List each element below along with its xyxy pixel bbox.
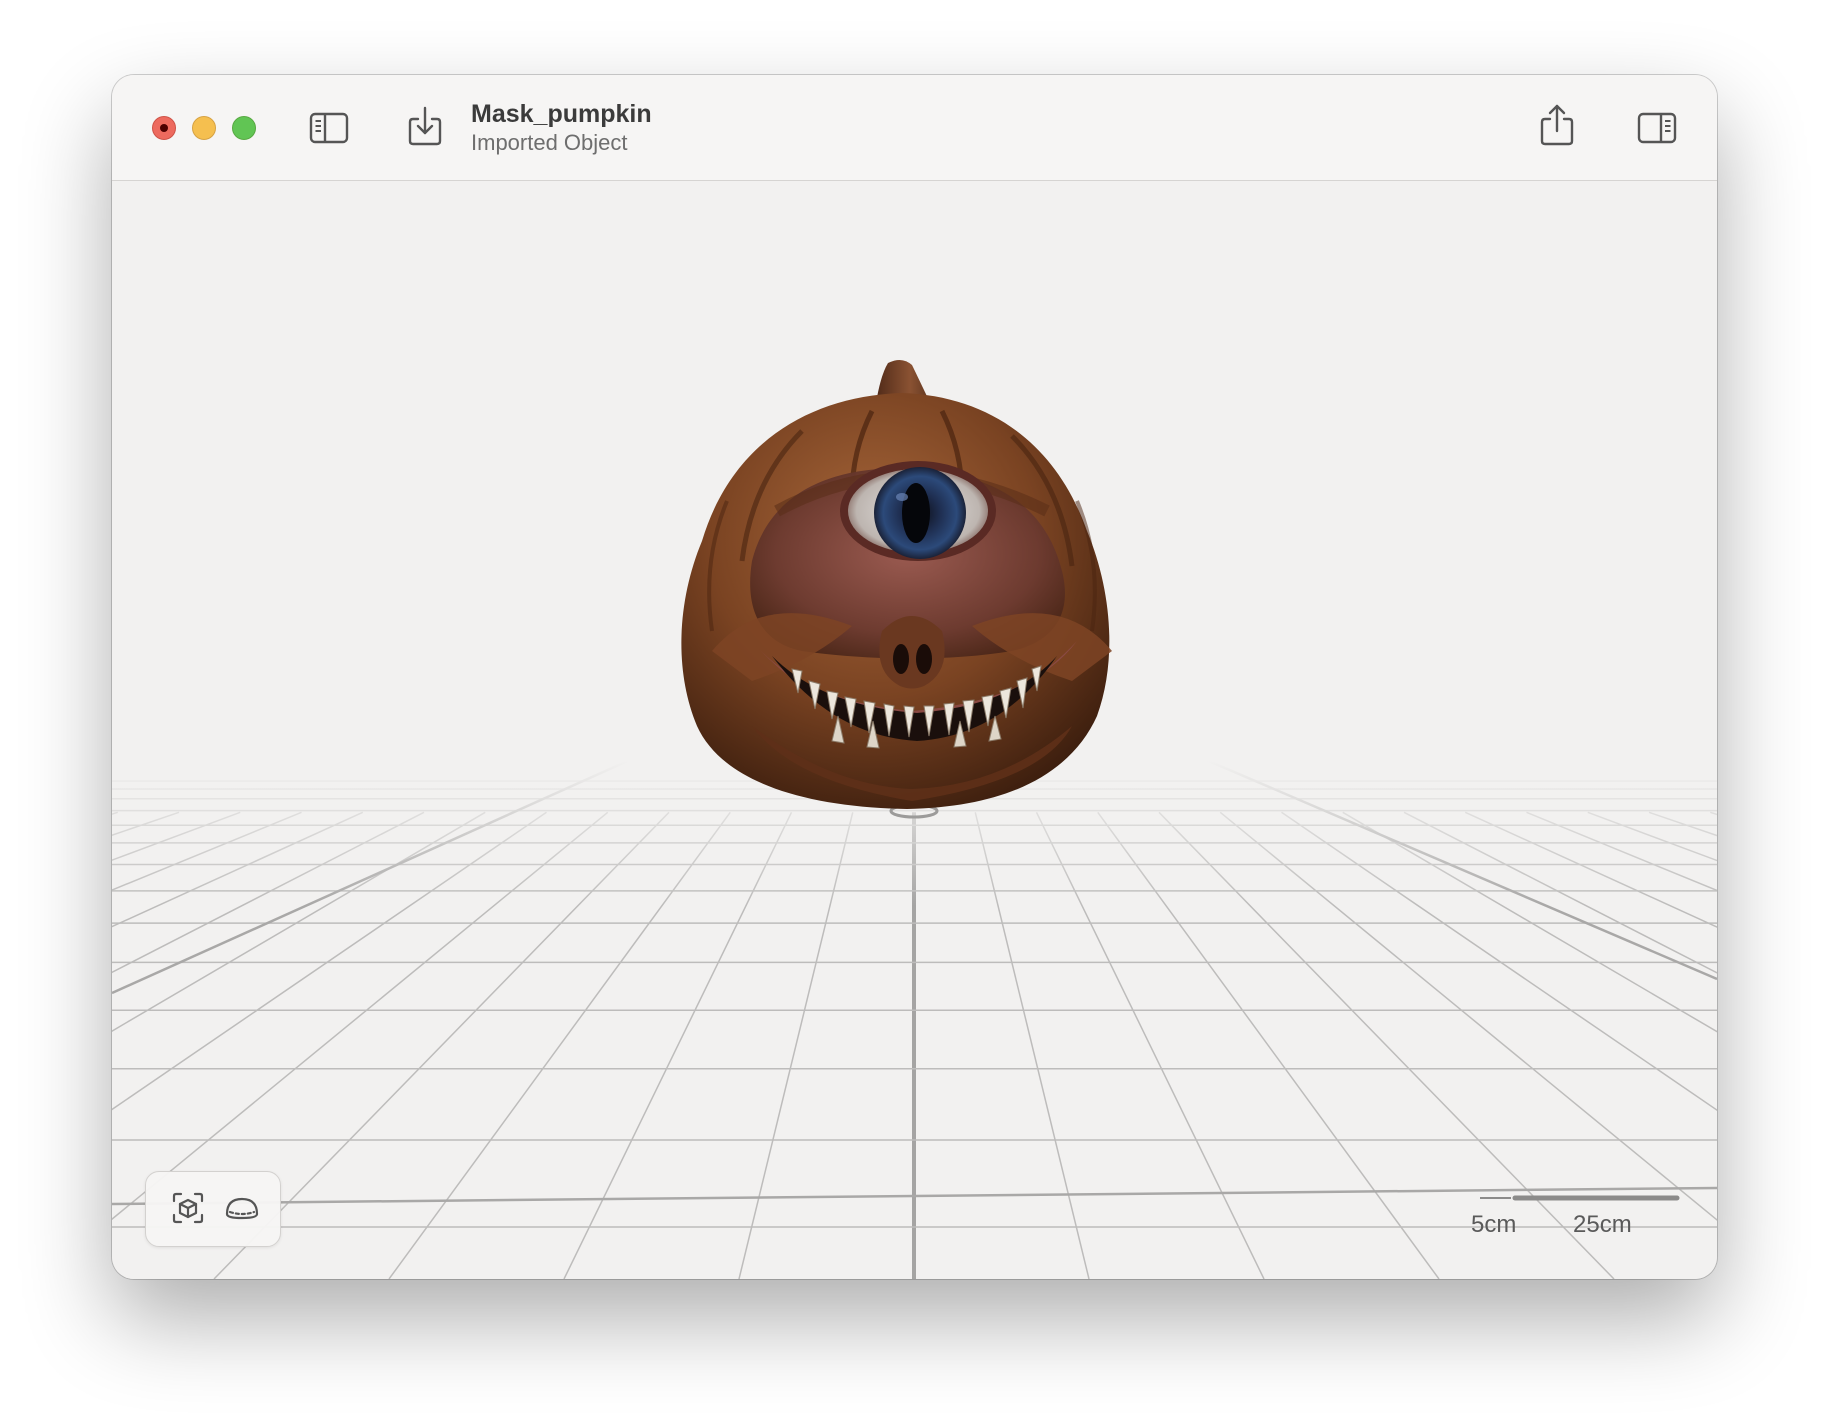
title-bar: Mask_pumpkin Imported Object xyxy=(112,75,1717,181)
scale-lines xyxy=(1480,1195,1680,1201)
close-button[interactable] xyxy=(152,116,176,140)
sidebar-icon[interactable] xyxy=(308,111,350,145)
view-controls xyxy=(145,1171,281,1247)
minimize-button[interactable] xyxy=(192,116,216,140)
frame-object-icon[interactable] xyxy=(168,1188,208,1228)
window-title: Mask_pumpkin xyxy=(471,100,652,128)
maximize-button[interactable] xyxy=(232,116,256,140)
scale-label-large: 25cm xyxy=(1573,1211,1632,1238)
inspector-icon[interactable] xyxy=(1636,111,1678,145)
scale-indicator: 5cm 25cm xyxy=(1471,1189,1691,1249)
ground-shadow-icon[interactable] xyxy=(222,1188,262,1228)
share-icon[interactable] xyxy=(1539,103,1575,147)
app-window: Mask_pumpkin Imported Object 5cm 25cm xyxy=(112,75,1717,1279)
pumpkin-mask-model[interactable] xyxy=(112,181,1717,1279)
scale-label-small: 5cm xyxy=(1471,1211,1517,1238)
title-block: Mask_pumpkin Imported Object xyxy=(471,99,652,157)
window-subtitle: Imported Object xyxy=(471,130,628,155)
3d-viewport[interactable]: 5cm 25cm xyxy=(112,181,1717,1279)
import-icon[interactable] xyxy=(407,105,443,147)
